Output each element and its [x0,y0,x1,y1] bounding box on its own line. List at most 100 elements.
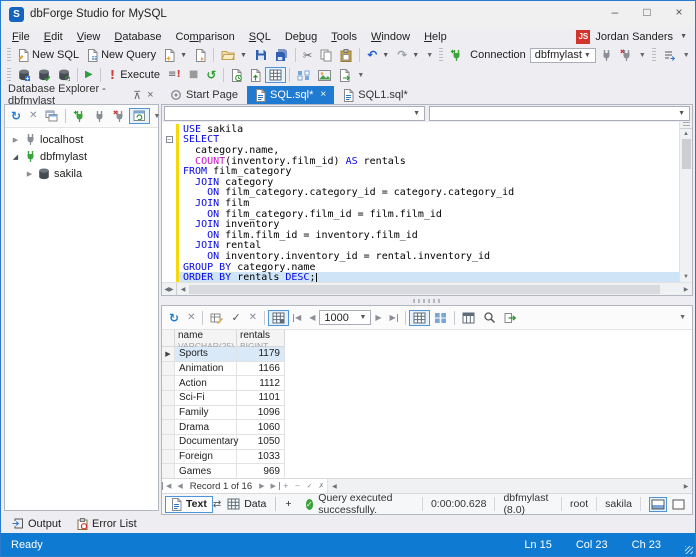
card-view-toggle[interactable] [430,310,451,326]
new-connection-button[interactable] [69,108,89,125]
undo-button[interactable]: ↶▼ [363,47,393,63]
cell-rentals[interactable]: 1166 [237,362,285,377]
menu-file[interactable]: File [5,29,37,45]
run-button[interactable]: ▶ [81,68,97,82]
cell-rentals[interactable]: 969 [237,464,285,478]
document-outline-button[interactable] [659,48,680,63]
cancel-refresh-button[interactable]: ✕ [183,311,199,325]
stop-button[interactable]: ■ [185,68,202,82]
new-query-button[interactable]: New Query [83,47,160,64]
cell-rentals[interactable]: 1060 [237,420,285,435]
open-file-button[interactable]: ▼ [217,47,251,63]
code-line[interactable]: JOIN inventory [162,219,679,230]
new-connection-button[interactable] [446,47,466,64]
append-record-icon[interactable]: + [280,482,292,490]
database-info[interactable]: sakila [605,498,632,510]
cell-rentals[interactable]: 1112 [237,376,285,391]
close-panel-icon[interactable]: × [144,89,157,101]
refresh-results-button[interactable]: ↻ [165,310,183,326]
table-row[interactable]: Animation1166 [162,362,692,377]
code-line[interactable]: COUNT(inventory.film_id) AS rentals [162,156,679,167]
connect-button[interactable] [89,108,109,125]
column-visibility-button[interactable] [458,310,479,326]
tree-item-dbfmylast[interactable]: ◢dbfmylast [5,148,158,165]
outline-collapse-icon[interactable]: − [166,136,173,143]
commit-edit-icon[interactable]: ✓ [304,482,316,490]
scroll-thumb[interactable] [682,139,691,169]
swap-views-icon[interactable]: ⇄ [213,499,221,510]
text-view-tab[interactable]: Text [165,496,213,513]
tab-sql1-sql-[interactable]: SQL1.sql* [335,86,416,104]
cut-button[interactable]: ✂ [299,48,316,63]
code-line[interactable]: USE sakila [162,124,679,135]
prev-page-button[interactable]: ◀ [305,312,319,324]
menu-edit[interactable]: Edit [37,29,70,45]
menu-help[interactable]: Help [417,29,454,45]
cell-name[interactable]: Sports [175,347,237,362]
maximize-button[interactable]: □ [631,1,663,23]
export-template-button[interactable] [335,67,354,84]
pin-icon[interactable]: ⊼ [131,89,144,102]
table-row[interactable]: Foreign1033 [162,450,692,465]
cell-name[interactable]: Documentary [175,435,237,450]
column-header-rentals[interactable]: rentalsBIGINT [237,330,285,347]
cell-rentals[interactable]: 1096 [237,406,285,421]
tab-error-list[interactable]: Error List [71,517,143,532]
table-row[interactable]: Games969 [162,464,692,478]
apply-changes-button[interactable] [246,67,265,84]
next-page-button[interactable]: ▶ [371,312,385,324]
scroll-up-icon[interactable]: ▲ [680,129,692,139]
save-all-button[interactable] [271,47,292,64]
cell-name[interactable]: Animation [175,362,237,377]
grid-view-toggle[interactable] [409,310,430,326]
export-data-button[interactable] [500,310,521,326]
rollback-button[interactable]: ✕ [245,311,261,325]
edit-data-button[interactable] [206,310,227,326]
code-editor-text[interactable]: USE sakila−SELECT category.name, COUNT(i… [162,122,679,282]
menu-database[interactable]: Database [107,29,168,45]
connection-info[interactable]: dbfmylast (8.0) [503,492,553,516]
image-button[interactable] [314,68,335,83]
page-size-select[interactable]: 1000▼ [319,310,371,325]
minimize-button[interactable]: – [599,1,631,23]
expand-icon[interactable]: ▶ [11,136,20,144]
cell-rentals[interactable]: 1033 [237,450,285,465]
user-info[interactable]: root [570,498,588,510]
compare-button[interactable] [293,68,314,83]
data-view-tab[interactable]: Data [221,496,272,512]
add-view-button[interactable]: + [279,496,297,512]
connection-select[interactable]: dbfmylast▼ [530,48,596,63]
code-line[interactable]: −SELECT [162,135,679,146]
table-row[interactable]: Family1096 [162,406,692,421]
last-page-button[interactable]: ▶ [386,312,402,324]
editor-horizontal-scrollbar[interactable]: ◀▶ ◀ ▶ [162,282,692,295]
execute-button[interactable]: !Execute [104,67,164,83]
member-select[interactable]: ▼ [429,106,690,121]
menu-sql[interactable]: SQL [242,29,278,45]
first-record-icon[interactable]: ◀ [162,482,174,490]
toolbar-grip[interactable] [652,48,656,63]
table-row[interactable]: Action1112 [162,376,692,391]
save-button[interactable] [251,47,271,63]
cell-name[interactable]: Foreign [175,450,237,465]
toolbar-grip[interactable] [7,48,11,63]
user-name[interactable]: Jordan Sanders [595,31,673,43]
code-line[interactable]: ON inventory.inventory_id = rental.inven… [162,251,679,262]
disconnect-button[interactable] [109,108,129,125]
tab-start-page[interactable]: Start Page [162,86,246,104]
object-viewer-toggle[interactable] [129,108,150,124]
copy-button[interactable] [316,47,336,64]
scroll-left-icon[interactable]: ◀ [177,286,189,293]
cell-rentals[interactable]: 1179 [237,347,285,362]
object-select[interactable]: ▼ [164,106,425,121]
code-line[interactable]: category.name, [162,145,679,156]
paste-button[interactable] [336,47,356,64]
tab-output[interactable]: Output [6,517,67,532]
grid-horizontal-scrollbar[interactable]: ◀▶ [327,479,692,493]
code-line[interactable]: ORDER BY rentals DESC; [162,272,679,282]
duplicate-object-button[interactable] [41,108,62,124]
disconnect-button[interactable] [616,47,636,64]
table-row[interactable]: Documentary1050 [162,435,692,450]
toolbar-overflow-icon[interactable]: ▼ [676,314,689,321]
prev-record-icon[interactable]: ◀ [174,482,185,490]
